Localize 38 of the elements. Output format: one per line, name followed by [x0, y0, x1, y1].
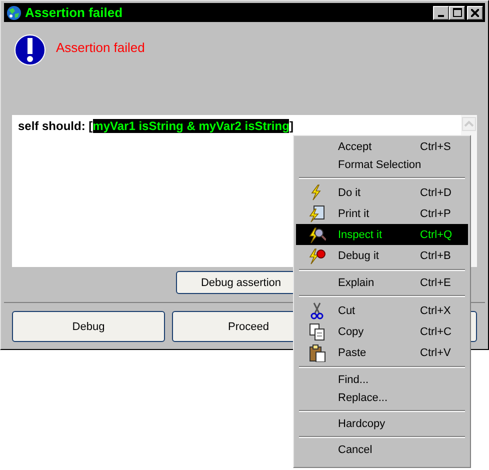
menu-item[interactable]: Paste Ctrl+V — [296, 342, 468, 363]
menu-item[interactable]: Inspect it Ctrl+Q — [296, 224, 468, 245]
shortcut-label: Ctrl+D — [420, 186, 452, 198]
shortcut-label: Ctrl+X — [420, 304, 452, 316]
window-title: Assertion failed — [25, 5, 124, 20]
close-icon — [471, 8, 479, 16]
menu-item[interactable]: Debug it Ctrl+B — [296, 245, 468, 266]
error-message: Assertion failed — [56, 40, 145, 55]
menu-item[interactable]: Accept Ctrl+S — [296, 138, 468, 156]
shortcut-label: Ctrl+Q — [420, 228, 454, 240]
lightning-magnifier-icon — [308, 226, 326, 244]
shortcut-label: Ctrl+V — [420, 346, 452, 358]
shortcut-label: Ctrl+C — [420, 326, 452, 338]
shortcut-label: Ctrl+S — [420, 141, 452, 153]
button[interactable]: Debug — [12, 311, 165, 342]
menu-item[interactable]: Do it Ctrl+D — [296, 182, 468, 203]
shortcut-label: Ctrl+E — [420, 277, 452, 289]
minimize-button[interactable] — [433, 6, 449, 20]
shortcut-label: Ctrl+P — [420, 208, 452, 220]
maximize-button[interactable] — [449, 6, 465, 20]
shortcut-label: Ctrl+B — [420, 250, 452, 262]
menu-item[interactable]: Hardcopy — [296, 415, 468, 433]
copy-icon — [308, 322, 326, 340]
code-text: self should: [myVar1 isString & myVar2 isString] — [17, 118, 294, 135]
lightning-page-icon — [308, 204, 326, 222]
paste-icon — [308, 344, 326, 362]
menu-item[interactable]: Cancel — [296, 441, 468, 459]
exclamation-icon — [14, 34, 46, 66]
menu-item[interactable]: Replace... — [296, 389, 468, 407]
menu-item[interactable]: Find... — [296, 371, 468, 389]
close-button[interactable] — [467, 6, 483, 20]
menu-item[interactable]: Format Selection — [296, 156, 468, 174]
menu-item[interactable]: Print it Ctrl+P — [296, 203, 468, 224]
scissors-icon — [308, 302, 326, 320]
lightning-ball-icon — [308, 246, 326, 264]
minimize-icon — [438, 14, 444, 16]
globe-icon — [6, 4, 22, 20]
maximize-icon — [452, 8, 462, 17]
